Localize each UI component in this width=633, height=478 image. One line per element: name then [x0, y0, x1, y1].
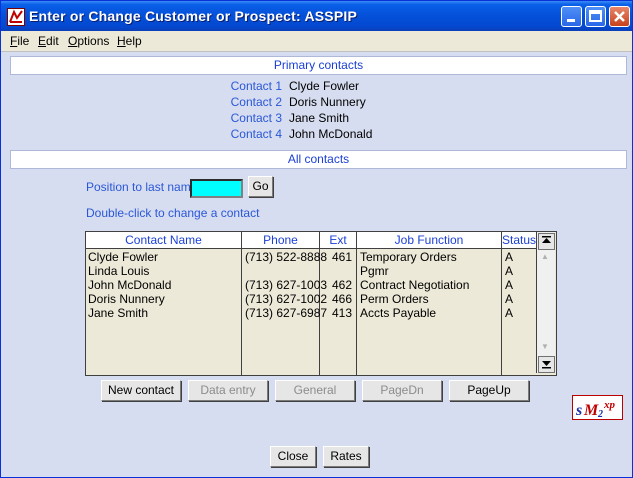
- menu-bar: File Edit Options Help: [1, 31, 632, 52]
- menu-file[interactable]: File: [10, 34, 29, 48]
- scroll-bottom-button[interactable]: [538, 356, 555, 373]
- menu-edit[interactable]: Edit: [38, 34, 59, 48]
- title-bar[interactable]: Enter or Change Customer or Prospect: AS…: [1, 1, 632, 31]
- contact-4-label: Contact 4: [230, 127, 282, 141]
- svg-text:M: M: [583, 402, 599, 419]
- cell-ext: 413: [331, 306, 352, 320]
- cell-ext: 466: [331, 292, 352, 306]
- rates-button[interactable]: Rates: [323, 446, 369, 467]
- svg-text:xp: xp: [603, 399, 616, 411]
- menu-options[interactable]: Options: [68, 34, 109, 48]
- all-contacts-header: All contacts: [10, 150, 627, 169]
- cell-phone: (713) 627-6987: [245, 306, 328, 320]
- table-row[interactable]: Clyde Fowler (713) 522-8888 461 Temporary O…: [86, 250, 536, 264]
- scroll-top-icon: [542, 236, 551, 243]
- header-ext[interactable]: Ext: [320, 233, 356, 247]
- contact-3-label: Contact 3: [230, 111, 282, 125]
- cell-job: Temporary Orders: [360, 250, 457, 264]
- cell-status: A: [505, 250, 514, 264]
- app-window: Enter or Change Customer or Prospect: AS…: [0, 0, 633, 478]
- minimize-icon: [567, 19, 575, 22]
- cell-job: Perm Orders: [360, 292, 429, 306]
- cell-ext: 461: [331, 250, 352, 264]
- primary-contacts-header: Primary contacts: [10, 56, 627, 75]
- position-input[interactable]: [190, 179, 243, 198]
- svg-text:s: s: [575, 402, 582, 419]
- table-scrollbar[interactable]: ▲ ▼: [536, 232, 555, 373]
- header-phone[interactable]: Phone: [242, 233, 319, 247]
- contact-3-value: Jane Smith: [289, 111, 350, 125]
- close-icon: [614, 11, 625, 22]
- position-label: Position to last name: [86, 180, 198, 194]
- data-entry-button[interactable]: Data entry: [188, 380, 268, 401]
- header-status[interactable]: Status: [502, 233, 536, 247]
- cell-name: Clyde Fowler: [88, 250, 159, 264]
- contact-1-label: Contact 1: [230, 79, 282, 93]
- hint-text: Double-click to change a contact: [86, 206, 260, 220]
- close-window-button[interactable]: [609, 6, 630, 27]
- maximize-button[interactable]: [585, 6, 606, 27]
- scroll-up-icon[interactable]: ▲: [541, 252, 549, 261]
- cell-status: A: [505, 306, 514, 320]
- scroll-top-button[interactable]: [538, 233, 555, 250]
- table-row[interactable]: Linda Louis Pgmr A: [86, 264, 536, 278]
- cell-ext: 462: [331, 278, 352, 292]
- contact-4-value: John McDonald: [289, 127, 373, 141]
- cell-job: Contract Negotiation: [360, 278, 470, 292]
- table-row[interactable]: Doris Nunnery (713) 627-1002 466 Perm Order…: [86, 292, 536, 306]
- contact-2-value: Doris Nunnery: [289, 95, 366, 109]
- contact-1-value: Clyde Fowler: [289, 79, 360, 93]
- new-contact-button[interactable]: New contact: [101, 380, 181, 401]
- table-row[interactable]: Jane Smith (713) 627-6987 413 Accts Payable…: [86, 306, 536, 320]
- contact-2-label: Contact 2: [230, 95, 282, 109]
- header-contact-name[interactable]: Contact Name: [86, 233, 241, 247]
- cell-name: Jane Smith: [88, 306, 149, 320]
- cell-status: A: [505, 264, 514, 278]
- pageup-button[interactable]: PageUp: [449, 380, 529, 401]
- cell-status: A: [505, 292, 514, 306]
- scroll-down-icon[interactable]: ▼: [541, 342, 549, 351]
- app-icon[interactable]: [7, 8, 25, 26]
- svg-text:2: 2: [597, 409, 603, 419]
- cell-job: Accts Payable: [360, 306, 437, 320]
- cell-job: Pgmr: [360, 264, 389, 278]
- cell-status: A: [505, 278, 514, 292]
- cell-phone: (713) 627-1002: [245, 292, 328, 306]
- menu-help[interactable]: Help: [117, 34, 142, 48]
- cell-name: Doris Nunnery: [88, 292, 165, 306]
- pagedn-button[interactable]: PageDn: [362, 380, 442, 401]
- cell-phone: (713) 522-8888: [245, 250, 328, 264]
- cell-name: Linda Louis: [88, 264, 150, 278]
- scroll-bottom-icon: [542, 361, 551, 369]
- sm2xp-logo: s M 2 xp: [572, 395, 623, 420]
- header-job-function[interactable]: Job Function: [357, 233, 501, 247]
- table-row[interactable]: John McDonald (713) 627-1003 462 Contract N…: [86, 278, 536, 292]
- close-button[interactable]: Close: [270, 446, 316, 467]
- window-title: Enter or Change Customer or Prospect: AS…: [29, 8, 358, 24]
- go-button[interactable]: Go: [248, 176, 273, 197]
- maximize-icon: [589, 10, 602, 22]
- logo-graphic: s M 2 xp: [575, 399, 616, 420]
- content-area: Primary contacts Contact 1 Clyde Fowler …: [1, 52, 632, 477]
- contacts-table[interactable]: Contact Name Phone Ext Job Function Stat…: [85, 231, 557, 376]
- general-button[interactable]: General: [275, 380, 355, 401]
- cell-phone: (713) 627-1003: [245, 278, 328, 292]
- minimize-button[interactable]: [561, 6, 582, 27]
- cell-name: John McDonald: [88, 278, 172, 292]
